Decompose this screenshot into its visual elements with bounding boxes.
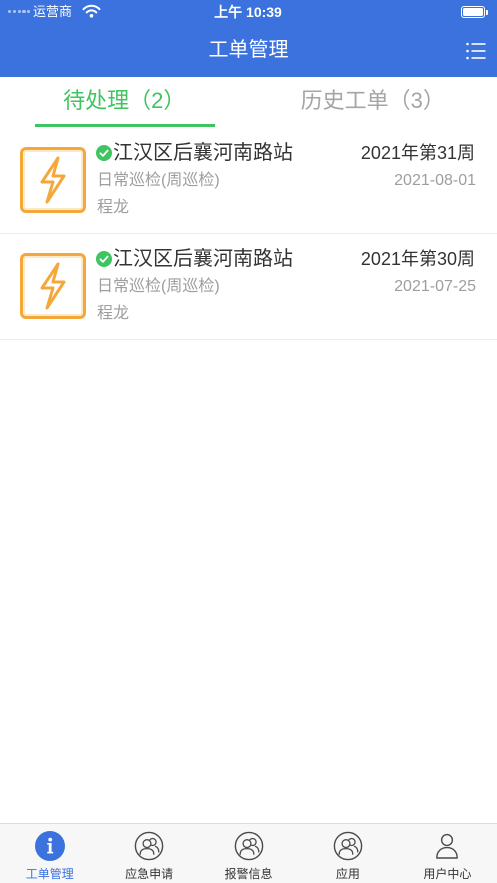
order-date: 2021-08-01 [394,172,476,189]
nav-label: 工单管理 [25,867,74,881]
order-date: 2021-07-25 [394,278,476,295]
nav-label: 应急申请 [125,867,174,881]
tab-history[interactable]: 历史工单（3） [249,77,497,128]
list-menu-button[interactable] [464,40,488,62]
nav-item-user-center[interactable]: 用户中心 [398,824,497,883]
order-week: 2021年第31周 [360,143,475,163]
order-list: 江汉区后襄河南路站 2021年第31周 日常巡检(周巡检) 2021-08-01… [0,128,497,340]
check-circle-icon [96,145,112,161]
info-icon [34,831,65,861]
app-header: 运营商 上午 10:39 工单管理 [0,0,497,77]
wifi-icon [82,4,101,18]
battery-nub [486,9,488,15]
order-item[interactable]: 江汉区后襄河南路站 2021年第31周 日常巡检(周巡检) 2021-08-01… [0,128,497,234]
inspection-type: 日常巡检(周巡检) [97,172,220,189]
nav-item-apps[interactable]: 应用 [298,824,397,883]
battery-icon [461,6,485,18]
list-menu-icon [466,42,486,60]
battery-level-fill [463,8,483,16]
assignee-name: 程龙 [97,199,130,216]
order-item[interactable]: 江汉区后襄河南路站 2021年第30周 日常巡检(周巡检) 2021-07-25… [0,234,497,340]
bottom-tab-bar: 工单管理 应急申请 报警信息 应用 用户中心 [0,823,497,883]
group-icon [333,831,363,861]
nav-item-emergency[interactable]: 应急申请 [99,824,198,883]
carrier-name: 运营商 [33,4,73,19]
order-week: 2021年第30周 [360,249,475,269]
assignee-name: 程龙 [97,305,130,322]
inspection-type: 日常巡检(周巡检) [97,278,220,295]
active-tab-indicator [35,124,215,127]
station-name: 江汉区后襄河南路站 [113,142,293,164]
nav-label: 应用 [335,867,360,881]
tab-pending[interactable]: 待处理（2） [0,77,249,128]
group-icon [234,831,264,861]
group-icon [134,831,164,861]
page-title: 工单管理 [208,39,289,61]
lightning-icon [20,253,86,319]
check-circle-icon [96,251,112,267]
user-icon [432,831,462,861]
order-tabs: 待处理（2） 历史工单（3） [0,77,497,128]
nav-item-alarms[interactable]: 报警信息 [199,824,298,883]
station-name: 江汉区后襄河南路站 [113,248,293,270]
nav-item-work-orders[interactable]: 工单管理 [0,824,99,883]
lightning-icon [20,147,86,213]
signal-dots-icon [8,10,32,14]
nav-label: 用户中心 [423,867,472,881]
nav-label: 报警信息 [224,867,273,881]
status-time: 上午 10:39 [214,4,282,20]
